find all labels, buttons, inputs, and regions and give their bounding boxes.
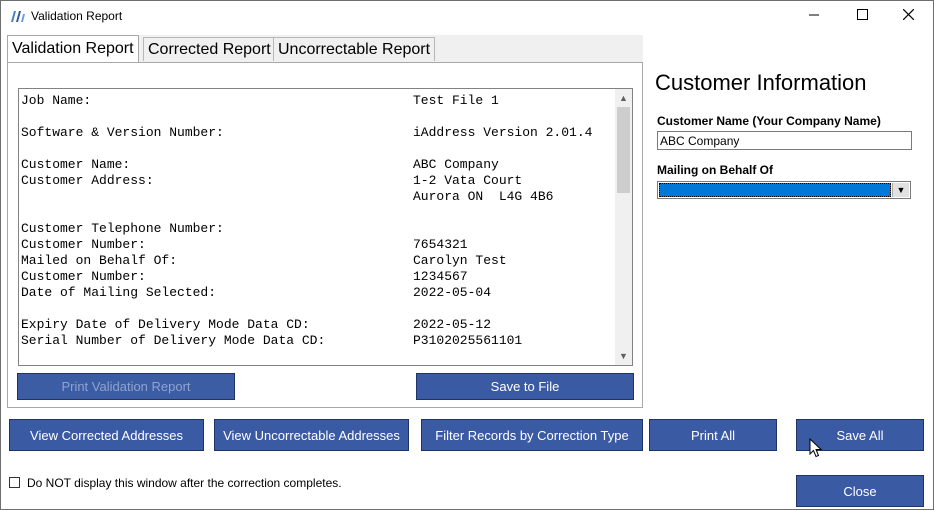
customer-name-input[interactable]: ABC Company [657,131,912,150]
window-title: Validation Report [31,9,123,23]
report-line-label: Customer Address: [21,173,154,188]
close-icon [902,8,914,23]
report-line-value: 2022-05-04 [413,285,492,300]
do-not-display-label: Do NOT display this window after the cor… [27,476,342,490]
report-line-label: Expiry Date of Delivery Mode Data CD: [21,317,310,332]
customer-information-title: Customer Information [655,70,867,95]
mouse-cursor-icon [809,437,823,461]
report-line-label: Customer Telephone Number: [21,221,224,236]
mailing-on-behalf-label: Mailing on Behalf Of [657,163,773,177]
view-uncorrectable-addresses-button[interactable]: View Uncorrectable Addresses [214,419,409,451]
report-line-label: Customer Name: [21,157,131,172]
tab-uncorrectable-report[interactable]: Uncorrectable Report [273,37,436,61]
tab-validation-report[interactable]: Validation Report [7,35,139,63]
maximize-icon [856,9,868,23]
report-line-label: Serial Number of Delivery Mode Data CD: [21,333,326,348]
view-corrected-addresses-button[interactable]: View Corrected Addresses [9,419,204,451]
tab-corrected-report[interactable]: Corrected Report [143,37,276,61]
report-line-label: Mailed on Behalf Of: [21,253,178,268]
save-to-file-button[interactable]: Save to File [416,373,634,400]
scroll-up-icon[interactable]: ▲ [615,90,632,106]
report-line-label: Customer Number: [21,237,146,252]
scroll-thumb[interactable] [617,107,630,193]
report-line-value: Carolyn Test [413,253,507,268]
report-line-value: iAddress Version 2.01.4 [413,125,593,140]
report-line-label: Date of Mailing Selected: [21,285,217,300]
report-line-label: Software & Version Number: [21,125,224,140]
report-line-value: 1-2 Vata Court [413,173,523,188]
title-bar: Validation Report [1,1,933,31]
report-line-value: P3102025561101 [413,333,523,348]
report-tabs: Validation Report Corrected Report Uncor… [7,35,643,63]
maximize-button[interactable] [839,1,885,31]
vertical-scrollbar[interactable]: ▲ ▼ [615,89,632,365]
minimize-icon [809,9,819,23]
close-button[interactable]: Close [796,475,924,507]
app-logo-icon [10,9,26,23]
report-line-value: 1234567 [413,269,468,284]
chevron-down-icon[interactable]: ▼ [892,183,909,197]
filter-records-button[interactable]: Filter Records by Correction Type [421,419,643,451]
scroll-down-icon[interactable]: ▼ [615,348,632,364]
report-line-value: 2022-05-12 [413,317,492,332]
report-line-label: Customer Number: [21,269,146,284]
report-line-value: ABC Company [413,157,499,172]
print-validation-report-button[interactable]: Print Validation Report [17,373,235,400]
report-line-value: Upper Case [301,365,379,366]
do-not-display-checkbox[interactable] [9,477,20,488]
mailing-on-behalf-select[interactable]: ▼ [657,181,911,199]
customer-name-label: Customer Name (Your Company Name) [657,114,881,128]
report-line-value: Test File 1 [413,93,499,108]
print-all-button[interactable]: Print All [649,419,777,451]
report-line-value: 7654321 [413,237,468,252]
report-textbox[interactable]: Job Name: Test File 1 Software & Version N… [18,88,633,366]
close-window-button[interactable] [885,1,931,31]
validation-report-window: Validation Report Validation Report Corr… [0,0,934,510]
report-line-value: Aurora ON L4G 4B6 [413,189,554,204]
report-line-label: Job Name: [21,93,92,108]
report-line-label: Options: [21,365,83,366]
selected-option [659,183,891,197]
minimize-button[interactable] [791,1,837,31]
validation-report-panel: Job Name: Test File 1 Software & Version N… [7,62,643,408]
